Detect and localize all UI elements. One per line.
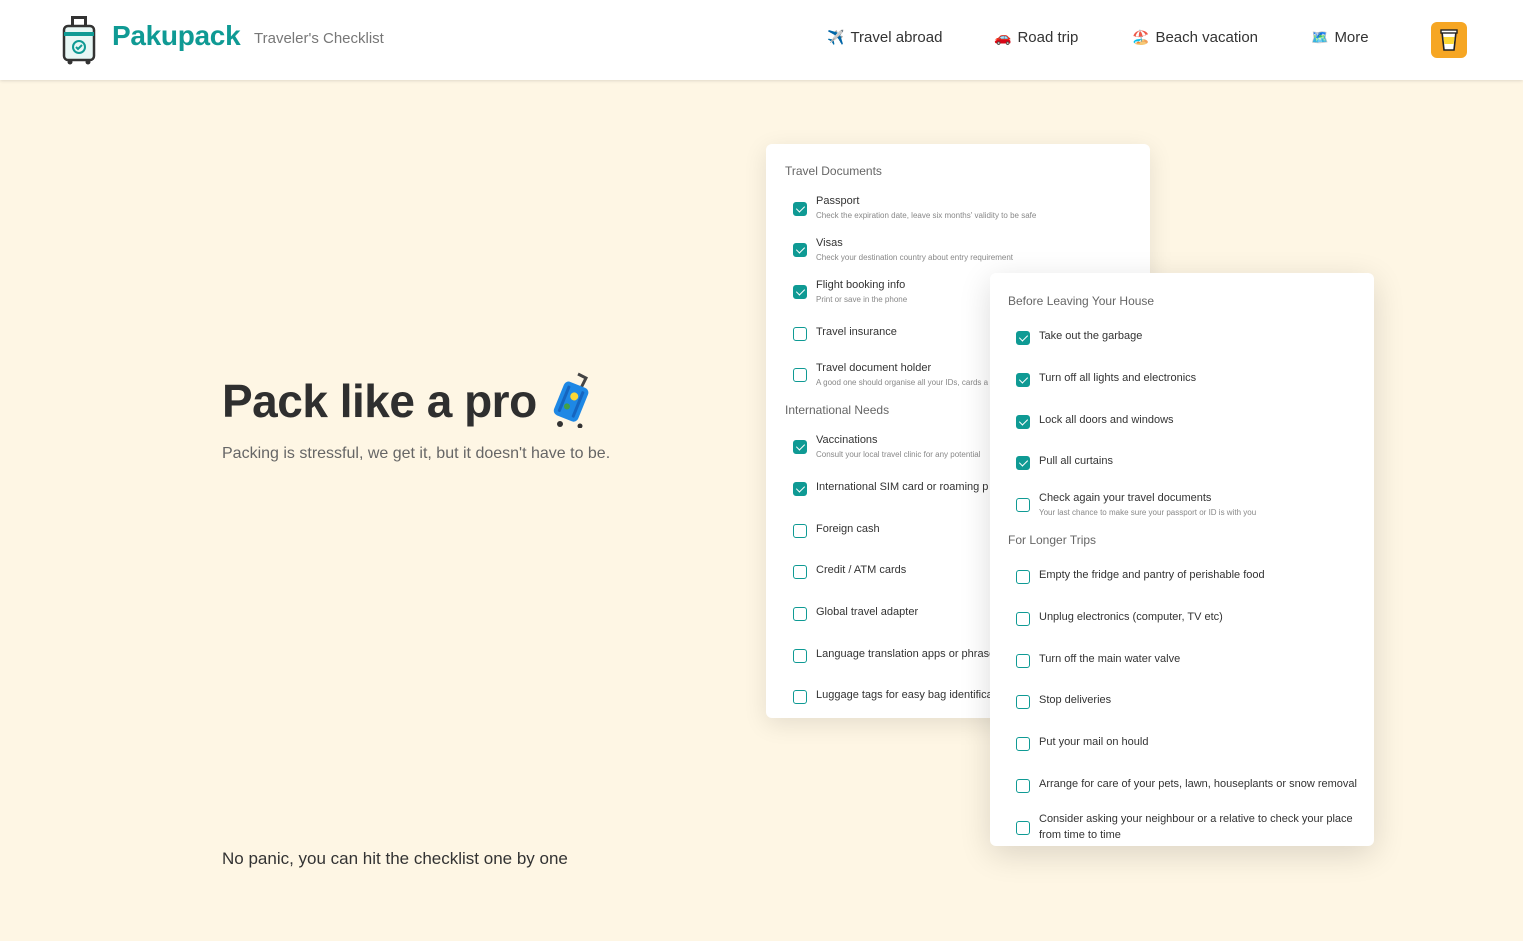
nav-label: Travel abroad [850,29,943,46]
checklist-item: Put your mail on hould [1016,730,1374,764]
item-label: Arrange for care of your pets, lawn, hou… [1039,778,1357,790]
checkbox[interactable] [793,482,807,496]
item-label: Turn off all lights and electronics [1039,372,1197,384]
item-label: Consider asking your neighbour or a rela… [1039,813,1353,841]
checkbox[interactable] [793,607,807,621]
checklist-item: Lock all doors and windows [1016,408,1374,442]
nav-beach-vacation[interactable]: 🏖️ Beach vacation [1132,29,1258,46]
checklist-item: Arrange for care of your pets, lawn, hou… [1016,772,1374,806]
leaving-home-checklist-card: Before Leaving Your House Take out the g… [990,273,1374,846]
checkbox[interactable] [1016,498,1030,512]
nav-road-trip[interactable]: 🚗 Road trip [994,29,1078,46]
checkbox[interactable] [1016,331,1030,345]
item-label: Credit / ATM cards [816,564,907,576]
checklist-hint: No panic, you can hit the checklist one … [222,849,568,868]
section-title: For Longer Trips [1008,533,1097,547]
item-label: Turn off the main water valve [1039,653,1181,665]
section-title: Before Leaving Your House [1008,294,1155,308]
item-label: Travel insurance [816,326,897,338]
map-icon: 🗺️ [1311,30,1329,46]
checklist-item: Passport Check the expiration date, leav… [793,194,1150,228]
item-label: Take out the garbage [1039,330,1143,342]
beach-umbrella-icon: 🏖️ [1132,30,1150,46]
rolling-luggage-icon [548,372,596,429]
checklist-item: Visas Check your destination country abo… [793,236,1150,270]
item-label: International SIM card or roaming p [816,481,989,493]
checkbox[interactable] [793,285,807,299]
nav-more[interactable]: 🗺️ More [1311,29,1369,46]
item-label: Travel document holder [816,362,932,374]
item-desc: Check your destination country about ent… [816,253,1013,262]
checkbox[interactable] [793,327,807,341]
checklist-item: Turn off the main water valve [1016,647,1374,681]
suitcase-logo-icon[interactable] [62,15,96,65]
checkbox[interactable] [1016,821,1030,835]
item-label: Language translation apps or phrase [816,648,996,660]
checkbox[interactable] [1016,415,1030,429]
item-label: Foreign cash [816,523,880,535]
checkbox[interactable] [1016,779,1030,793]
tagline: Traveler's Checklist [254,30,384,47]
checkbox[interactable] [793,524,807,538]
checklist-item: Pull all curtains [1016,449,1374,483]
checkbox[interactable] [1016,373,1030,387]
item-label: Stop deliveries [1039,694,1112,706]
airplane-icon: ✈️ [827,30,845,46]
checklist-item: Unplug electronics (computer, TV etc) [1016,605,1374,639]
item-label: Luggage tags for easy bag identifica [816,689,993,701]
checkbox[interactable] [1016,570,1030,584]
nav-travel-abroad[interactable]: ✈️ Travel abroad [827,29,942,46]
item-label: Global travel adapter [816,606,919,618]
item-label: Vaccinations [816,434,878,446]
checkbox[interactable] [1016,654,1030,668]
item-label: Flight booking info [816,279,906,291]
hero-title: Pack like a pro [222,375,537,427]
hero-subtitle: Packing is stressful, we get it, but it … [222,445,611,462]
checkbox[interactable] [793,649,807,663]
buy-me-a-coffee-button[interactable] [1431,22,1467,58]
item-desc: Check the expiration date, leave six mon… [816,211,1037,220]
checkbox[interactable] [793,440,807,454]
checklist-item: Consider asking your neighbour or a rela… [1016,811,1374,845]
checkbox[interactable] [793,202,807,216]
section-title: International Needs [785,403,890,417]
item-label: Unplug electronics (computer, TV etc) [1039,611,1223,623]
nav-label: More [1334,29,1369,46]
checkbox[interactable] [793,690,807,704]
checkbox[interactable] [793,243,807,257]
checkbox[interactable] [793,565,807,579]
checkbox[interactable] [1016,737,1030,751]
item-label: Empty the fridge and pantry of perishabl… [1039,569,1265,581]
checkbox[interactable] [1016,612,1030,626]
item-desc: Print or save in the phone [816,295,908,304]
checklist-item: Empty the fridge and pantry of perishabl… [1016,563,1374,597]
item-label: Put your mail on hould [1039,736,1149,748]
item-label: Pull all curtains [1039,455,1113,467]
car-icon: 🚗 [994,30,1012,46]
item-label: Check again your travel documents [1039,492,1212,504]
checkbox[interactable] [793,368,807,382]
section-title: Travel Documents [785,164,882,178]
checklist-item: Take out the garbage [1016,324,1374,358]
nav-label: Beach vacation [1155,29,1259,46]
item-label: Lock all doors and windows [1039,414,1174,426]
checklist-item: Stop deliveries [1016,688,1374,722]
item-label: Passport [816,195,860,207]
item-desc: Your last chance to make sure your passp… [1039,508,1257,517]
checkbox[interactable] [1016,456,1030,470]
item-desc: A good one should organise all your IDs,… [816,378,989,387]
checklist-item: Check again your travel documents Your l… [1016,491,1374,525]
checklist-item: Turn off all lights and electronics [1016,366,1374,400]
item-label: Visas [816,237,843,249]
brand-name[interactable]: Pakupack [112,20,241,52]
coffee-cup-icon [1440,29,1458,51]
item-desc: Consult your local travel clinic for any… [816,450,981,459]
nav-label: Road trip [1017,29,1079,46]
top-navbar: Pakupack Traveler's Checklist ✈️ Travel a… [0,0,1523,80]
checkbox[interactable] [1016,695,1030,709]
